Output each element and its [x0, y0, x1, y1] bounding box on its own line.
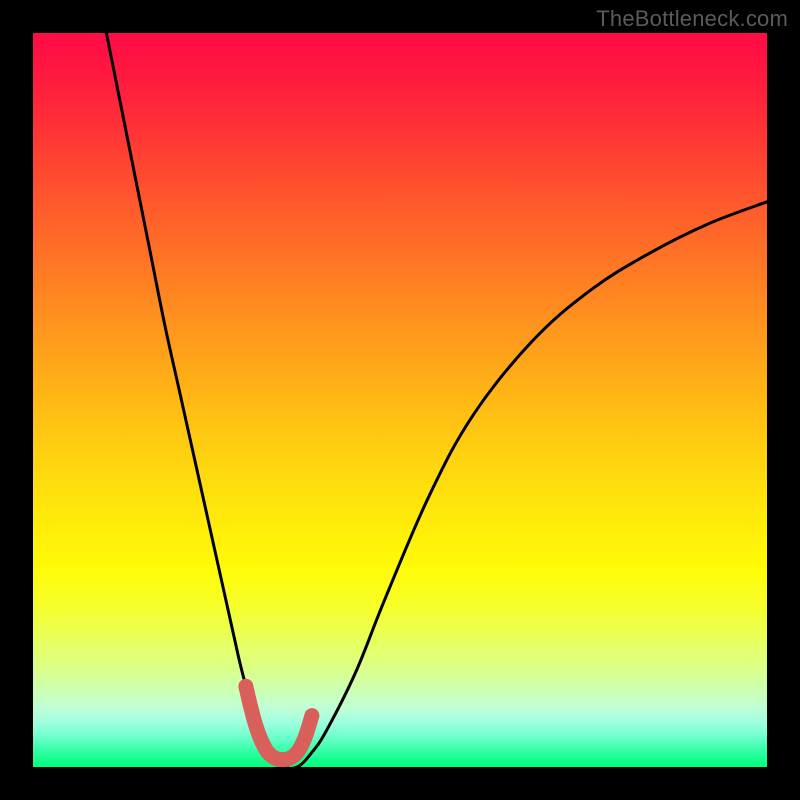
gradient-plot-area — [33, 33, 767, 767]
watermark-text: TheBottleneck.com — [596, 6, 788, 32]
min-region-marker — [246, 686, 312, 759]
outer-frame: TheBottleneck.com — [0, 0, 800, 800]
curve-layer — [33, 33, 767, 767]
bottleneck-curve — [106, 33, 767, 769]
